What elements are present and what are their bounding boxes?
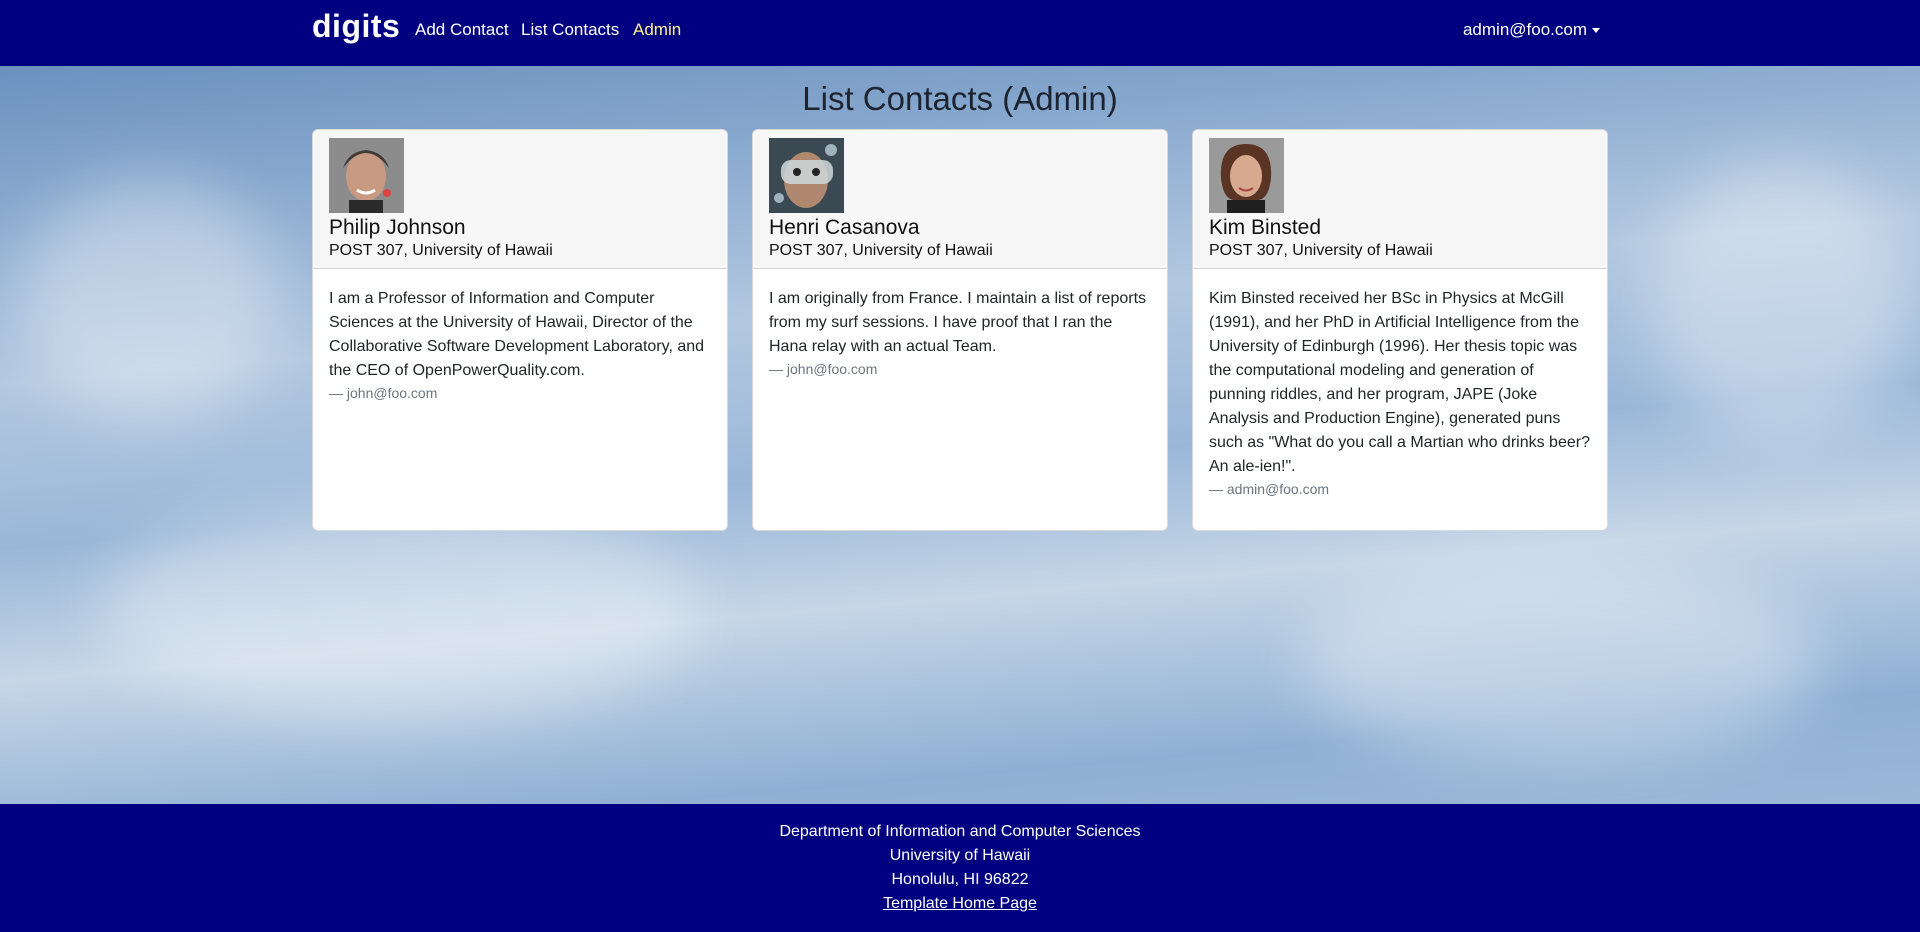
template-home-link[interactable]: Template Home Page: [883, 895, 1037, 912]
contact-card: Philip Johnson POST 307, University of H…: [312, 129, 728, 531]
caret-down-icon: [1592, 28, 1600, 34]
contact-description: I am a Professor of Information and Comp…: [329, 290, 705, 379]
card-header: Philip Johnson POST 307, University of H…: [313, 130, 727, 269]
user-dropdown[interactable]: admin@foo.com: [1463, 20, 1600, 40]
user-email: admin@foo.com: [1462, 20, 1587, 39]
contact-description: Kim Binsted received her BSc in Physics …: [1209, 290, 1590, 475]
contact-card: Kim Binsted POST 307, University of Hawa…: [1192, 129, 1608, 531]
contact-owner: — john@foo.com: [329, 385, 438, 401]
nav-list-contacts[interactable]: List Contacts: [521, 20, 619, 40]
contact-description: I am originally from France. I maintain …: [769, 290, 1147, 355]
cloud-decoration: [100, 500, 700, 720]
cloud-decoration: [1300, 560, 1820, 760]
contact-owner: — admin@foo.com: [1209, 481, 1330, 497]
contact-owner: — john@foo.com: [769, 361, 878, 377]
contact-card: Henri Casanova POST 307, University of H…: [752, 129, 1168, 531]
contact-name: Philip Johnson: [329, 216, 466, 239]
footer-university: University of Hawaii: [889, 847, 1031, 864]
top-navbar: digits Add Contact List Contacts Admin a…: [0, 0, 1920, 66]
footer-department: Department of Information and Computer S…: [779, 823, 1141, 840]
contact-name: Henri Casanova: [769, 216, 920, 239]
cloud-decoration: [1650, 160, 1910, 440]
brand-logo[interactable]: digits: [312, 8, 400, 45]
contact-name: Kim Binsted: [1209, 216, 1322, 239]
card-body: I am originally from France. I maintain …: [753, 269, 1167, 379]
avatar: [329, 138, 404, 213]
contact-address: POST 307, University of Hawaii: [769, 242, 993, 259]
contact-address: POST 307, University of Hawaii: [329, 242, 553, 259]
footer: Department of Information and Computer S…: [0, 804, 1920, 932]
nav-add-contact[interactable]: Add Contact: [415, 20, 509, 40]
contact-address: POST 307, University of Hawaii: [1209, 242, 1433, 259]
avatar: [1209, 138, 1284, 213]
page-title: List Contacts (Admin): [802, 80, 1118, 117]
avatar: [769, 138, 844, 213]
card-body: Kim Binsted received her BSc in Physics …: [1193, 269, 1607, 499]
card-header: Henri Casanova POST 307, University of H…: [753, 130, 1167, 269]
cloud-decoration: [20, 180, 280, 420]
card-header: Kim Binsted POST 307, University of Hawa…: [1193, 130, 1607, 269]
card-body: I am a Professor of Information and Comp…: [313, 269, 727, 403]
nav-admin[interactable]: Admin: [633, 20, 681, 40]
footer-location: Honolulu, HI 96822: [891, 871, 1029, 888]
